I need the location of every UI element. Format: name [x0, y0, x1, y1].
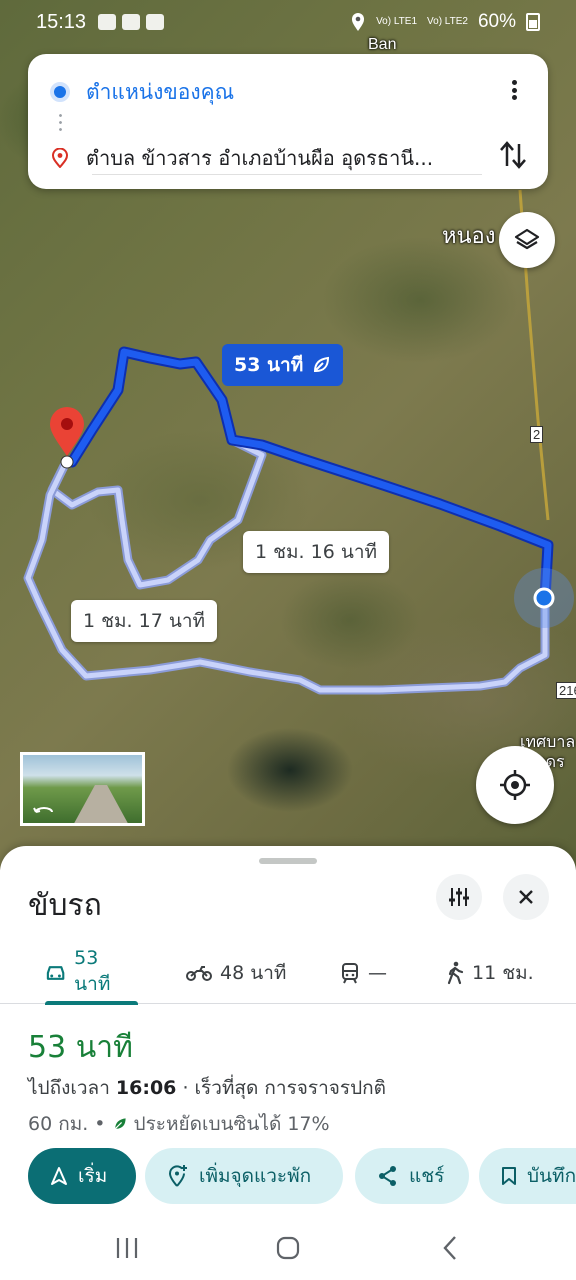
- route-distance: 60 กม.: [28, 1113, 89, 1135]
- destination-field[interactable]: ตำบล ข้าวสาร อำเภอบ้านผือ อุดรธานี...: [86, 142, 482, 174]
- share-button[interactable]: แชร์: [355, 1148, 469, 1204]
- leaf-icon: [114, 1118, 126, 1130]
- tab-motorcycle-label: 48 นาที: [220, 962, 287, 984]
- tab-drive[interactable]: 53 นาที: [45, 942, 138, 1005]
- origin-row[interactable]: ตำแหน่งของคุณ: [50, 72, 528, 112]
- tab-motorcycle[interactable]: 48 นาที: [186, 942, 286, 1004]
- map-label-nong: หนอง: [442, 223, 496, 248]
- start-label: เริ่ม: [78, 1165, 108, 1187]
- my-location-icon: [500, 770, 530, 800]
- destination-row[interactable]: ตำบล ข้าวสาร อำเภอบ้านผือ อุดรธานี...: [50, 138, 528, 178]
- close-icon: [519, 890, 533, 904]
- add-stop-icon: [168, 1165, 187, 1187]
- current-location-dot: [533, 587, 555, 609]
- arrival-time: 16:06: [115, 1077, 177, 1099]
- travel-mode-tabs: 53 นาที 48 นาที — 11 ชม.: [0, 942, 576, 1005]
- tab-walk-label: 11 ชม.: [472, 962, 534, 984]
- back-icon[interactable]: [440, 1234, 460, 1262]
- swap-icon[interactable]: [498, 138, 528, 172]
- share-label: แชร์: [409, 1165, 445, 1187]
- street-view-thumbnail[interactable]: [20, 752, 145, 826]
- close-button[interactable]: [503, 874, 549, 920]
- meta-bullet: •: [94, 1113, 106, 1135]
- destination-pin-icon: [51, 148, 69, 168]
- bookmark-icon: [502, 1167, 516, 1185]
- walk-icon: [447, 961, 464, 985]
- layers-icon: [514, 228, 540, 250]
- alt-route-1-label[interactable]: 1 ชม. 16 นาที: [243, 531, 390, 573]
- app-icon: [146, 14, 165, 30]
- line-icon: [98, 14, 117, 30]
- system-nav-bar: [0, 1216, 576, 1280]
- route-meta: 60 กม. • ประหยัดเบนซินได้ 17%: [28, 1109, 330, 1139]
- arrival-info: ไปถึงเวลา 16:06 · เร็วที่สุด การจราจรปกต…: [28, 1073, 386, 1103]
- start-button[interactable]: เริ่ม: [28, 1148, 136, 1204]
- youtube-icon: [122, 14, 141, 30]
- add-stop-button[interactable]: เพิ่มจุดแวะพัก: [145, 1148, 343, 1204]
- battery-percent: 60%: [477, 11, 516, 32]
- tune-icon: [449, 888, 469, 906]
- fuel-saving: ประหยัดเบนซินได้ 17%: [133, 1113, 330, 1135]
- sheet-drag-handle[interactable]: [259, 858, 317, 864]
- save-button[interactable]: บันทึก: [479, 1148, 576, 1204]
- street-view-road: [71, 785, 131, 823]
- card-divider: [92, 174, 482, 175]
- home-icon[interactable]: [274, 1234, 302, 1262]
- action-chips: เริ่ม เพิ่มจุดแวะพัก แชร์ บันทึก: [28, 1148, 576, 1204]
- origin-dot-icon: [50, 82, 70, 102]
- share-icon: [379, 1166, 396, 1186]
- primary-route-label[interactable]: 53 นาที: [222, 344, 344, 386]
- status-time: 15:13: [36, 10, 87, 33]
- more-options-icon[interactable]: [502, 78, 526, 102]
- alt-route-2-label[interactable]: 1 ชม. 17 นาที: [71, 600, 218, 642]
- primary-route-time: 53 นาที: [234, 354, 304, 376]
- save-label: บันทึก: [527, 1165, 576, 1187]
- network-1: Vo) LTE1: [376, 16, 418, 27]
- highway-shield-216: 216: [556, 682, 576, 699]
- mode-title: ขับรถ: [28, 888, 102, 923]
- recent-apps-icon[interactable]: [114, 1234, 140, 1262]
- battery-icon: [526, 13, 540, 31]
- alt-route-2[interactable]: [23, 457, 550, 695]
- alt-route-1[interactable]: [47, 435, 267, 590]
- navigation-arrow-icon: [51, 1167, 67, 1185]
- arrival-suffix: · เร็วที่สุด การจราจรปกติ: [176, 1077, 387, 1099]
- leaf-icon: [314, 356, 330, 372]
- tab-transit[interactable]: —: [340, 942, 387, 1004]
- arrival-prefix: ไปถึงเวลา: [28, 1077, 116, 1099]
- route-duration: 53 นาที: [28, 1030, 133, 1065]
- layers-button[interactable]: [499, 212, 555, 268]
- route-dots-icon: [59, 112, 62, 132]
- my-location-button[interactable]: [476, 746, 554, 824]
- network-2: Vo) LTE2: [427, 16, 468, 27]
- location-icon: [352, 13, 365, 31]
- directions-sheet: ขับรถ 53 นาที 48 นาที — 11 ชม. 53 นาที ไ…: [0, 846, 576, 1280]
- active-tab-indicator: [45, 1001, 138, 1005]
- rotate-360-icon: [33, 807, 53, 813]
- highway-shield-2: 2: [530, 426, 544, 443]
- status-bar: 15:13 Vo) LTE1 Vo) LTE2 60%: [0, 0, 576, 44]
- add-stop-label: เพิ่มจุดแวะพัก: [199, 1165, 312, 1187]
- origin-field[interactable]: ตำแหน่งของคุณ: [86, 76, 234, 109]
- train-icon: [342, 963, 358, 984]
- route-options-button[interactable]: [436, 874, 482, 920]
- notification-icons: [98, 14, 165, 30]
- car-icon: [46, 966, 65, 980]
- tab-drive-label: 53 นาที: [74, 947, 111, 995]
- motorcycle-icon: [186, 966, 212, 981]
- tab-transit-label: —: [368, 962, 387, 984]
- tab-walk[interactable]: 11 ชม.: [446, 942, 534, 1004]
- directions-card: ตำแหน่งของคุณ ตำบล ข้าวสาร อำเภอบ้านผือ …: [28, 54, 548, 189]
